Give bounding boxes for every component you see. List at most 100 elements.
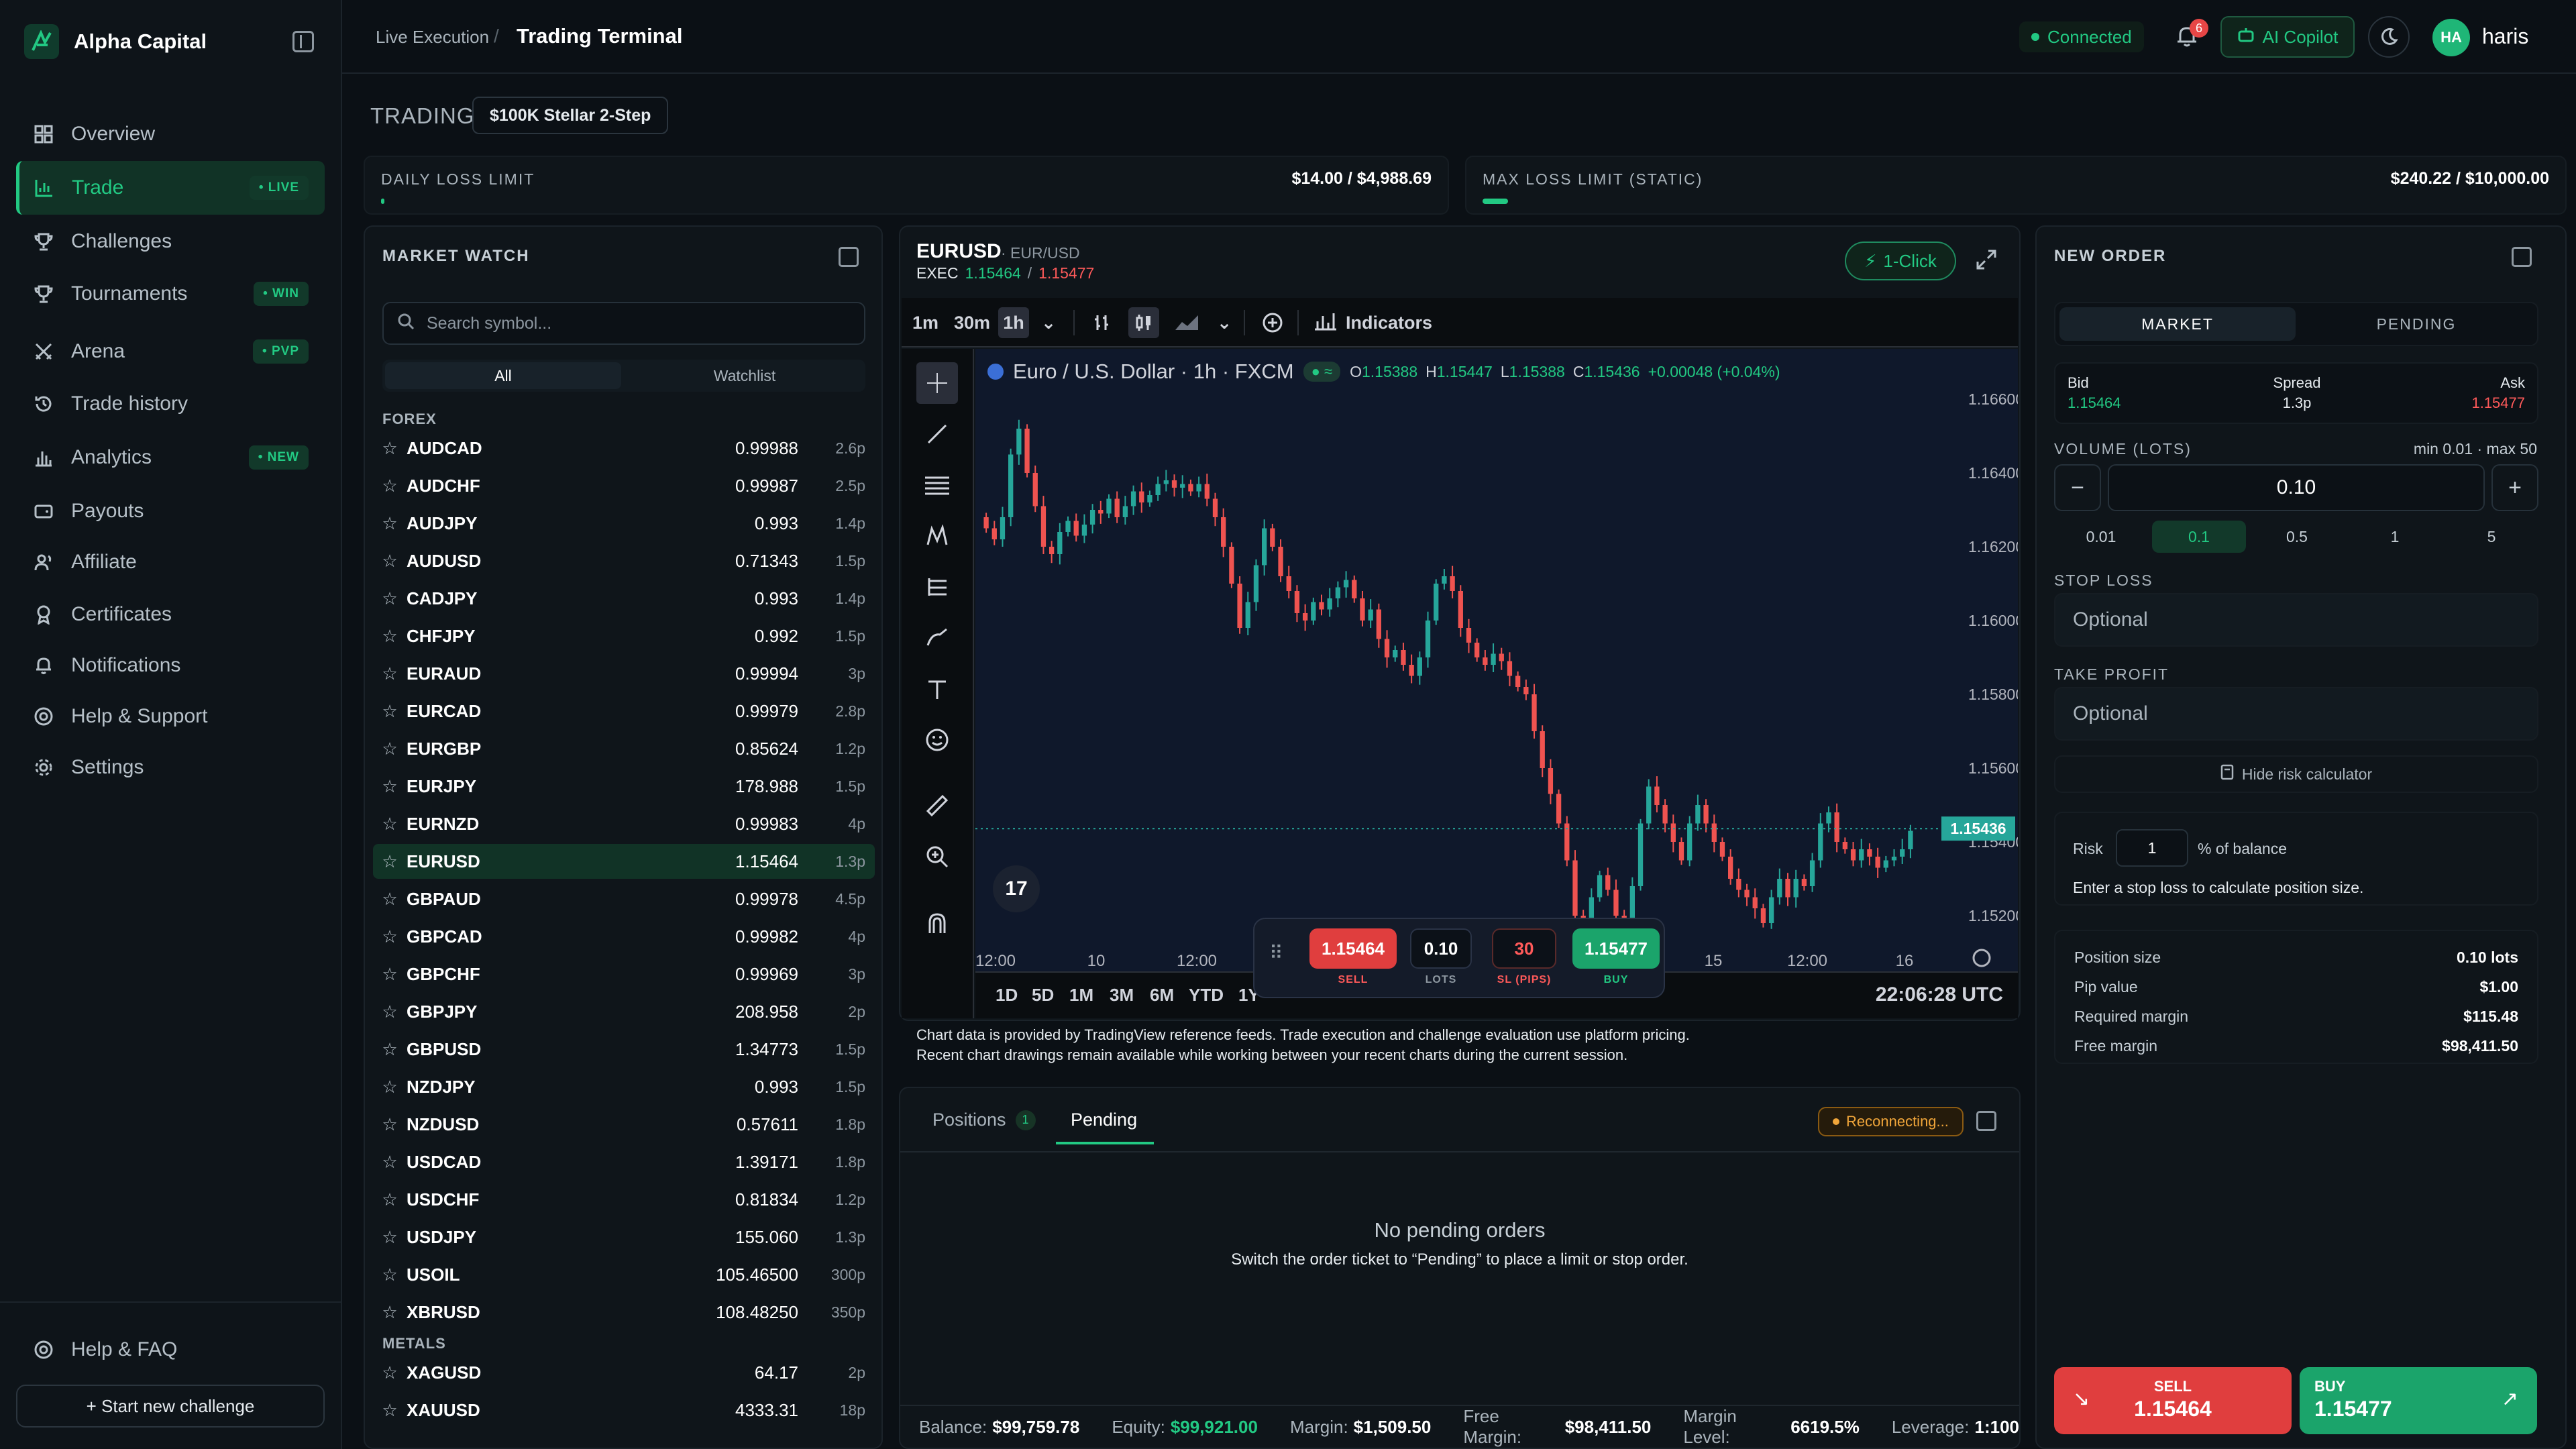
breadcrumb-parent[interactable]: Live Execution xyxy=(376,27,489,48)
star-icon[interactable]: ☆ xyxy=(373,926,407,947)
sidebar-item-notifications[interactable]: Notifications xyxy=(16,639,325,692)
sidebar-item-payouts[interactable]: Payouts xyxy=(16,484,325,538)
symbol-row[interactable]: ☆ GBPJPY 208.958 2p xyxy=(373,994,875,1029)
ai-copilot-button[interactable]: AI Copilot xyxy=(2220,16,2355,58)
quick-lots-input[interactable]: 0.10 xyxy=(1410,928,1472,969)
star-icon[interactable]: ☆ xyxy=(373,1227,407,1248)
symbol-row[interactable]: ☆ GBPCAD 0.99982 4p xyxy=(373,919,875,954)
star-icon[interactable]: ☆ xyxy=(373,1302,407,1323)
one-click-toggle[interactable]: ⚡ 1-Click xyxy=(1845,241,1956,280)
zoom-icon[interactable] xyxy=(916,836,958,877)
chart-settings-icon[interactable] xyxy=(1972,949,1991,967)
symbol-row[interactable]: ☆ AUDCAD 0.99988 2.6p xyxy=(373,431,875,466)
quick-sell-button[interactable]: 1.15464 xyxy=(1309,928,1397,969)
sidebar-item-tournaments[interactable]: Tournaments • WIN xyxy=(16,267,325,321)
star-icon[interactable]: ☆ xyxy=(373,1002,407,1022)
tab-pending-order[interactable]: PENDING xyxy=(2298,307,2534,341)
symbol-row[interactable]: ☆ USOIL 105.46500 300p xyxy=(373,1257,875,1292)
theme-toggle-moon-icon[interactable] xyxy=(2368,16,2410,58)
range-3m[interactable]: 3M xyxy=(1110,985,1134,1006)
candlestick-chart[interactable]: 1.16600 1.16400 1.16200 1.16000 1.15800 1.156… xyxy=(975,349,2024,971)
tab-market[interactable]: MARKET xyxy=(2059,307,2296,341)
crosshair-icon[interactable] xyxy=(916,362,958,404)
symbol-row[interactable]: ☆ AUDCHF 0.99987 2.5p xyxy=(373,468,875,503)
text-icon[interactable] xyxy=(916,668,958,710)
symbol-row[interactable]: ☆ EURAUD 0.99994 3p xyxy=(373,656,875,691)
brush-icon[interactable] xyxy=(916,617,958,659)
symbol-row[interactable]: ☆ EURUSD 1.15464 1.3p xyxy=(373,844,875,879)
emoji-icon[interactable] xyxy=(916,719,958,761)
star-icon[interactable]: ☆ xyxy=(373,889,407,910)
sidebar-item-help-support[interactable]: Help & Support xyxy=(16,690,325,743)
star-icon[interactable]: ☆ xyxy=(373,1077,407,1097)
symbol-row[interactable]: ☆ AUDUSD 0.71343 1.5p xyxy=(373,543,875,578)
symbol-search-input[interactable]: Search symbol... xyxy=(382,302,865,345)
sidebar-item-analytics[interactable]: Analytics • NEW xyxy=(16,431,325,484)
symbol-row[interactable]: ☆ GBPCHF 0.99969 3p xyxy=(373,957,875,991)
range-ytd[interactable]: YTD xyxy=(1189,985,1224,1006)
sidebar-item-settings[interactable]: Settings xyxy=(16,741,325,794)
tab-pending[interactable]: Pending xyxy=(1071,1110,1137,1130)
volume-preset-0.01[interactable]: 0.01 xyxy=(2054,521,2148,553)
symbol-row[interactable]: ☆ NZDUSD 0.57611 1.8p xyxy=(373,1107,875,1142)
timeframe-30m[interactable]: 30m xyxy=(950,307,994,338)
sell-button[interactable]: ↘ SELL 1.15464 xyxy=(2054,1367,2292,1434)
plan-selector[interactable]: $100K Stellar 2-Step xyxy=(472,97,669,134)
star-icon[interactable]: ☆ xyxy=(373,814,407,835)
hide-risk-calculator-button[interactable]: Hide risk calculator xyxy=(2054,755,2538,793)
symbol-row[interactable]: ☆ CADJPY 0.993 1.4p xyxy=(373,581,875,616)
star-icon[interactable]: ☆ xyxy=(373,701,407,722)
star-icon[interactable]: ☆ xyxy=(373,626,407,647)
star-icon[interactable]: ☆ xyxy=(373,476,407,496)
star-icon[interactable]: ☆ xyxy=(373,776,407,797)
quick-buy-button[interactable]: 1.15477 xyxy=(1572,928,1660,969)
timeframe-1h[interactable]: 1h xyxy=(998,307,1029,338)
stop-loss-input[interactable]: Optional xyxy=(2054,593,2538,647)
symbol-row[interactable]: ☆ XAGUSD 64.17 2p xyxy=(373,1355,875,1390)
bar-style-icon[interactable] xyxy=(1087,307,1118,338)
star-icon[interactable]: ☆ xyxy=(373,739,407,759)
symbol-row[interactable]: ☆ EURJPY 178.988 1.5p xyxy=(373,769,875,804)
risk-percent-input[interactable]: 1 xyxy=(2116,829,2188,867)
star-icon[interactable]: ☆ xyxy=(373,438,407,459)
star-icon[interactable]: ☆ xyxy=(373,1362,407,1383)
tab-all[interactable]: All xyxy=(385,362,621,389)
symbol-row[interactable]: ☆ GBPAUD 0.99978 4.5p xyxy=(373,881,875,916)
volume-preset-1[interactable]: 1 xyxy=(2348,521,2442,553)
tab-watchlist[interactable]: Watchlist xyxy=(627,362,863,389)
volume-preset-0.5[interactable]: 0.5 xyxy=(2250,521,2344,553)
range-1m[interactable]: 1M xyxy=(1069,985,1093,1006)
star-icon[interactable]: ☆ xyxy=(373,588,407,609)
chevron-down-icon[interactable]: ⌄ xyxy=(1033,307,1064,338)
star-icon[interactable]: ☆ xyxy=(373,1400,407,1421)
tradingview-logo-icon[interactable]: 17 xyxy=(993,865,1040,912)
brand[interactable]: Alpha Capital xyxy=(24,23,207,60)
range-5d[interactable]: 5D xyxy=(1032,985,1054,1006)
volume-preset-5[interactable]: 5 xyxy=(2445,521,2538,553)
star-icon[interactable]: ☆ xyxy=(373,1265,407,1285)
quick-sl-input[interactable]: 30 xyxy=(1492,928,1556,969)
sidebar-item-help-faq[interactable]: Help & FAQ xyxy=(16,1323,325,1377)
sidebar-item-overview[interactable]: Overview xyxy=(16,107,325,161)
panel-collapse-icon[interactable] xyxy=(1976,1111,1996,1131)
volume-decrease-button[interactable]: − xyxy=(2054,464,2101,511)
volume-increase-button[interactable]: + xyxy=(2491,464,2538,511)
sidebar-item-arena[interactable]: Arena • PVP xyxy=(16,325,325,378)
sidebar-item-challenges[interactable]: Challenges xyxy=(16,215,325,268)
sidebar-collapse-icon[interactable] xyxy=(292,31,314,52)
candles-icon[interactable] xyxy=(1128,307,1159,338)
take-profit-input[interactable]: Optional xyxy=(2054,687,2538,741)
add-compare-icon[interactable] xyxy=(1257,307,1288,338)
panel-collapse-icon[interactable] xyxy=(2512,247,2532,267)
indicators-button[interactable]: Indicators xyxy=(1309,307,1436,338)
range-1d[interactable]: 1D xyxy=(996,985,1018,1006)
buy-button[interactable]: BUY 1.15477 ↗ xyxy=(2300,1367,2537,1434)
star-icon[interactable]: ☆ xyxy=(373,1114,407,1135)
symbol-row[interactable]: ☆ EURGBP 0.85624 1.2p xyxy=(373,731,875,766)
symbol-row[interactable]: ☆ GBPUSD 1.34773 1.5p xyxy=(373,1032,875,1067)
timeframe-1m[interactable]: 1m xyxy=(908,307,943,338)
symbol-row[interactable]: ☆ EURCAD 0.99979 2.8p xyxy=(373,694,875,729)
star-icon[interactable]: ☆ xyxy=(373,1152,407,1173)
sidebar-item-trade[interactable]: Trade • LIVE xyxy=(16,161,325,215)
drag-handle-icon[interactable]: ⠿ xyxy=(1269,942,1283,964)
